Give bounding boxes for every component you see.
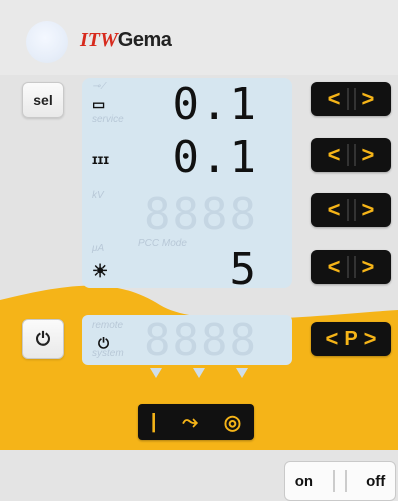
off-button[interactable]: off (366, 473, 385, 490)
row2-adjust-button[interactable]: < > (311, 138, 391, 172)
increase-icon: > (361, 142, 375, 167)
indicator-triangle (193, 368, 205, 378)
increase-icon: > (361, 254, 375, 279)
row2-icon: ɪɪɪ (92, 151, 110, 167)
on-off-switch[interactable]: on off (284, 461, 396, 501)
row4-value: 5 (229, 244, 258, 295)
program-prev-icon: < (325, 326, 339, 351)
row1-adjust-button[interactable]: < > (311, 82, 391, 116)
row1-small-icon: ⊸ ⁄ (92, 81, 105, 92)
brand-logo: ITWGema (80, 28, 172, 52)
increase-icon: > (361, 197, 375, 222)
program-next-icon: > (363, 326, 377, 351)
mode-off-icon[interactable]: | (151, 411, 157, 434)
program-button[interactable]: < P > (311, 322, 391, 356)
remote-label: remote (92, 320, 124, 331)
mode-switch[interactable]: | ⤳ ◎ (138, 404, 254, 440)
on-button[interactable]: on (295, 473, 313, 490)
status-indicator-light (26, 21, 68, 63)
row4-label: μA (92, 243, 105, 254)
row1-label: service (92, 114, 124, 125)
mode-target-icon[interactable]: ◎ (224, 410, 241, 435)
row1-icon: ▭ (92, 96, 106, 112)
brand-name: Gema (117, 29, 172, 51)
row3-label: kV (92, 190, 104, 201)
brightness-icon: ☀ (92, 261, 109, 281)
row3-value: 8888 (144, 189, 258, 240)
sel-button[interactable]: sel (22, 82, 64, 118)
mode-rinse-icon[interactable]: ⤳ (182, 411, 198, 434)
decrease-icon: < (327, 142, 341, 167)
decrease-icon: < (327, 86, 341, 111)
lower-value: 8888 (144, 315, 258, 366)
increase-icon: > (361, 86, 375, 111)
decrease-icon: < (327, 254, 341, 279)
parameter-display: ⊸ ⁄ ▭ service 0.1 ɪɪɪ 0.1 kV 8888 PCC Mo… (82, 78, 292, 292)
program-label: P (344, 328, 358, 350)
decrease-icon: < (327, 197, 341, 222)
row4-adjust-button[interactable]: < > (311, 250, 391, 284)
power-button[interactable]: ⏻ (22, 319, 64, 359)
indicator-triangle (236, 368, 248, 378)
indicator-triangle (150, 368, 162, 378)
brand-prefix: ITW (80, 29, 118, 51)
top-bar: ITWGema (0, 0, 398, 75)
row3-adjust-button[interactable]: < > (311, 193, 391, 227)
control-panel: ITWGema ⊸ ⁄ ▭ service 0.1 ɪɪɪ 0.1 kV 888… (0, 0, 398, 501)
lower-display: remote ⏻ system 8888 (82, 315, 292, 365)
row2-value: 0.1 (172, 132, 258, 183)
row1-value: 0.1 (172, 79, 258, 130)
pcc-mode-label: PCC Mode (138, 238, 187, 249)
system-label: system (92, 348, 124, 359)
